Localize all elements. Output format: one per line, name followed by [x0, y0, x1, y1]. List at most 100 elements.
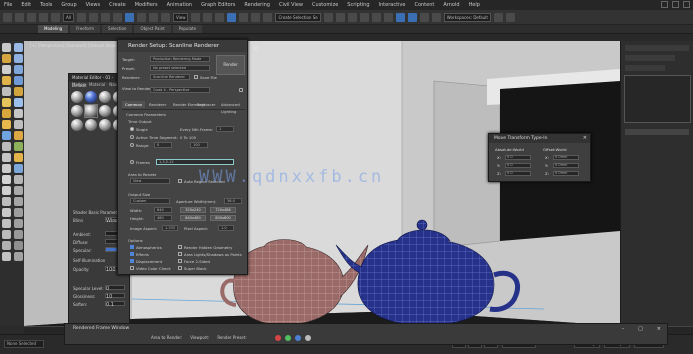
ribbon-icon[interactable]: [359, 12, 369, 22]
force-2-sided-checkbox[interactable]: [178, 259, 182, 263]
target-dropdown[interactable]: Production Rendering Mode: [150, 56, 210, 62]
view-to-render-dropdown[interactable]: Quad 4 - Perspective: [150, 87, 210, 93]
keyboard-shortcut-icon[interactable]: [215, 12, 225, 22]
every-nth-field[interactable]: 1: [216, 126, 234, 132]
material-editor-icon[interactable]: [395, 12, 405, 22]
workspace-dropdown[interactable]: Workspaces: Default: [443, 12, 491, 22]
egg-icon[interactable]: [2, 208, 11, 217]
image-aspect-field[interactable]: 1.333: [162, 225, 178, 231]
sphere-icon[interactable]: [2, 120, 11, 129]
user-account-icon[interactable]: [505, 12, 515, 22]
menu-graph-editors[interactable]: Graph Editors: [201, 2, 235, 8]
preset-800x600-button[interactable]: 800x600: [210, 215, 236, 221]
tab-populate[interactable]: Populate: [172, 25, 203, 33]
spinner-snap-icon[interactable]: [263, 12, 273, 22]
redo-icon[interactable]: [15, 12, 24, 22]
menu-edit[interactable]: Edit: [21, 2, 31, 8]
aperture-field[interactable]: 36.0: [224, 198, 242, 204]
active-time-segment-radio[interactable]: [130, 135, 134, 139]
menu-scripting[interactable]: Scripting: [347, 2, 369, 8]
red-channel-icon[interactable]: [275, 335, 281, 341]
area-to-render-dropdown[interactable]: View: [130, 178, 170, 184]
render-setup-icon[interactable]: [407, 12, 417, 22]
frame-window-title[interactable]: Rendered Frame Window: [65, 324, 667, 333]
freehand-icon[interactable]: [14, 230, 23, 239]
tab-advanced-lighting[interactable]: Advanced Lighting: [218, 101, 247, 114]
range-radio[interactable]: [130, 143, 134, 147]
helix-icon[interactable]: [14, 197, 23, 206]
frames-radio[interactable]: [130, 160, 134, 164]
close-icon[interactable]: ×: [657, 326, 661, 332]
tab-object-paint[interactable]: Object Paint: [134, 25, 171, 33]
off-z-field[interactable]: 0.0mm: [553, 171, 579, 176]
link-icon[interactable]: [27, 12, 36, 22]
auto-region-checkbox[interactable]: [178, 179, 182, 183]
mat-menu-modes[interactable]: Modes: [72, 82, 85, 88]
displacement-checkbox[interactable]: [130, 259, 134, 263]
percent-snap-icon[interactable]: [251, 12, 261, 22]
stairs-icon[interactable]: [14, 241, 23, 250]
height-field[interactable]: 480: [154, 215, 172, 221]
renderer-dropdown[interactable]: Scanline Renderer: [150, 74, 190, 80]
frame-area-label[interactable]: Area to Render:: [151, 335, 182, 340]
teapot-icon[interactable]: [14, 131, 23, 140]
abs-y-field[interactable]: 0.0: [505, 163, 531, 168]
tab-common[interactable]: Common: [122, 101, 146, 108]
pivot-icon[interactable]: [191, 12, 201, 22]
menu-rendering[interactable]: Rendering: [244, 2, 270, 8]
minimize-icon[interactable]: –: [622, 326, 625, 332]
scale-icon[interactable]: [148, 12, 158, 22]
tab-selection[interactable]: Selection: [102, 25, 133, 33]
blue-channel-icon[interactable]: [295, 335, 301, 341]
sample-slot[interactable]: [99, 119, 111, 131]
move-icon[interactable]: [124, 12, 134, 22]
ellipse-icon[interactable]: [14, 219, 23, 228]
circle-icon[interactable]: [14, 175, 23, 184]
pyramid-icon[interactable]: [2, 153, 11, 162]
layer-explorer-icon[interactable]: [347, 12, 357, 22]
atmospherics-checkbox[interactable]: [130, 245, 134, 249]
green-channel-icon[interactable]: [285, 335, 291, 341]
preset-dropdown[interactable]: No preset selected: [150, 65, 210, 71]
hierarchy-icon[interactable]: [14, 87, 23, 96]
frames-field[interactable]: 1,3,5-12: [156, 159, 234, 165]
menu-interactive[interactable]: Interactive: [379, 2, 406, 8]
close-icon[interactable]: ×: [253, 46, 258, 52]
mat-section-shader[interactable]: Shader Basic Parameters: [73, 210, 123, 215]
render-hidden-checkbox[interactable]: [178, 245, 182, 249]
mirror-icon[interactable]: [323, 12, 333, 22]
close-icon[interactable]: [683, 1, 690, 8]
sample-slot[interactable]: [71, 105, 83, 117]
reference-coord-dropdown[interactable]: View: [172, 12, 189, 22]
render-setup-titlebar[interactable]: Render Setup: Scanline Renderer – □ ×: [118, 40, 258, 52]
cylinder-icon[interactable]: [14, 120, 23, 129]
donut-icon[interactable]: [2, 230, 11, 239]
tube-icon[interactable]: [14, 153, 23, 162]
viewport-label[interactable]: [+] [Perspective] [Standard] [Default Sh…: [30, 43, 123, 48]
minimize-icon[interactable]: [661, 1, 668, 8]
preset-320x240-button[interactable]: 320x240: [180, 207, 206, 213]
select-by-name-icon[interactable]: [88, 12, 98, 22]
mat-spec-level-field[interactable]: 0: [105, 285, 125, 292]
walls-icon[interactable]: [2, 241, 11, 250]
menu-views[interactable]: Views: [86, 2, 100, 8]
schematic-view-icon[interactable]: [383, 12, 393, 22]
doors-icon[interactable]: [2, 252, 11, 261]
create-icon[interactable]: [2, 43, 11, 52]
super-black-checkbox[interactable]: [178, 266, 182, 270]
maximize-icon[interactable]: [672, 1, 679, 8]
placement-icon[interactable]: [160, 12, 170, 22]
single-radio[interactable]: [130, 127, 134, 131]
modifier-stack[interactable]: [624, 75, 691, 123]
mat-soften-field[interactable]: 0.1: [105, 301, 125, 308]
close-icon[interactable]: ×: [583, 135, 587, 141]
display-icon[interactable]: [14, 98, 23, 107]
sample-slot[interactable]: [84, 104, 98, 118]
sample-slot[interactable]: [99, 105, 111, 117]
pixel-aspect-field[interactable]: 1.0: [218, 225, 234, 231]
star-icon[interactable]: [2, 197, 11, 206]
video-color-check-checkbox[interactable]: [130, 266, 134, 270]
render-production-icon[interactable]: [431, 12, 441, 22]
abs-x-field[interactable]: 0.0: [505, 155, 531, 160]
menu-animation[interactable]: Animation: [167, 2, 193, 8]
